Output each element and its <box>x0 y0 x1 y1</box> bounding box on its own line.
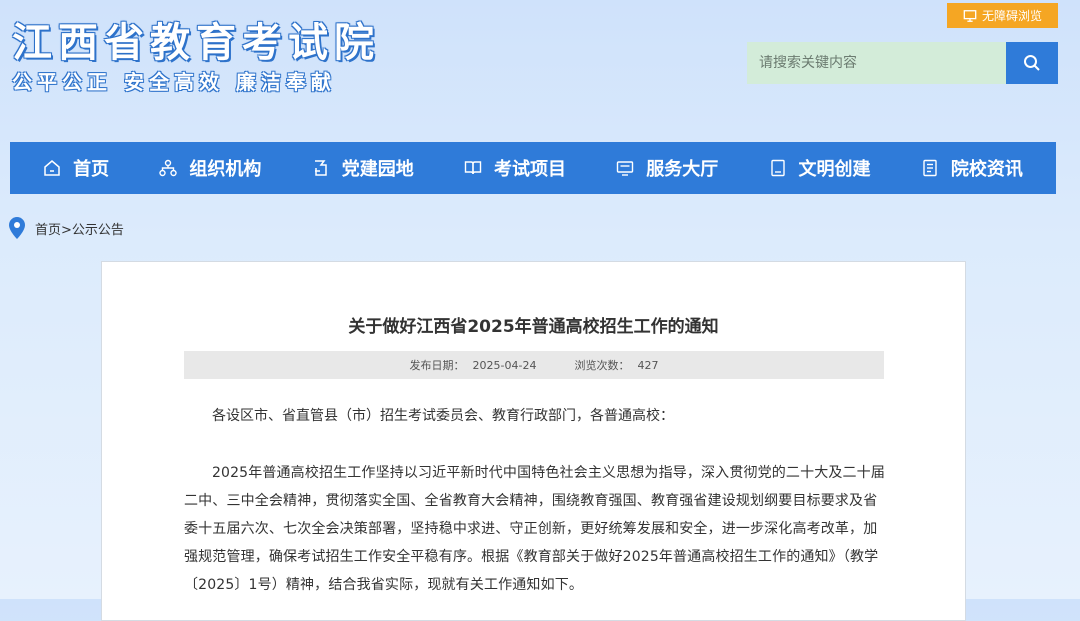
search-button[interactable] <box>1006 42 1058 84</box>
breadcrumb-home-link[interactable]: 首页 <box>35 223 61 238</box>
home-icon <box>44 160 60 176</box>
site-slogan: 公平公正 安全高效 廉洁奉献 <box>12 70 336 94</box>
nav-label: 服务大厅 <box>646 159 719 180</box>
breadcrumb-separator: > <box>61 222 72 238</box>
nav-label: 文明创建 <box>798 159 871 180</box>
nav-label: 党建园地 <box>341 159 414 180</box>
nav-item-service-hall[interactable]: 服务大厅 <box>616 155 718 181</box>
publish-date-label: 发布日期： <box>409 359 465 372</box>
main-nav: 首页 组织机构 党建园地 考试项目 服务大厅 文明创建 院校资讯 <box>10 142 1056 194</box>
site-title: 江西省教育考试院 <box>12 20 380 66</box>
nav-label: 首页 <box>73 159 110 180</box>
article-panel: 关于做好江西省2025年普通高校招生工作的通知 发布日期： 2025-04-24 … <box>101 261 966 621</box>
news-icon <box>923 159 937 177</box>
monitor-icon <box>963 9 977 22</box>
nav-item-party-building[interactable]: 党建园地 <box>312 155 414 181</box>
party-building-icon <box>314 160 327 176</box>
article-paragraph: 2025年普通高校招生工作坚持以习近平新时代中国特色社会主义思想为指导，深入贯彻… <box>184 465 885 593</box>
service-hall-icon <box>617 161 634 176</box>
article-paragraph: 各设区市、省直管县（市）招生考试委员会、教育行政部门，各普通高校： <box>212 408 674 424</box>
nav-label: 考试项目 <box>493 159 566 180</box>
publish-date-value: 2025-04-24 <box>472 359 537 372</box>
search-input[interactable] <box>747 42 1006 84</box>
article-meta: 发布日期： 2025-04-24 浏览次数： 427 <box>184 351 884 379</box>
accessibility-label: 无障碍浏览 <box>981 9 1042 23</box>
org-chart-icon <box>159 159 178 177</box>
nav-item-civilization[interactable]: 文明创建 <box>769 155 871 181</box>
location-pin-icon <box>9 217 25 239</box>
accessibility-button[interactable]: 无障碍浏览 <box>947 3 1058 28</box>
view-count: 浏览次数： 427 <box>574 357 658 373</box>
nav-item-school-news[interactable]: 院校资讯 <box>921 155 1023 181</box>
breadcrumb-current[interactable]: 公示公告 <box>72 223 124 238</box>
nav-item-organization[interactable]: 组织机构 <box>159 155 261 181</box>
view-count-value: 427 <box>637 359 659 372</box>
article-title: 关于做好江西省2025年普通高校招生工作的通知 <box>348 317 719 337</box>
view-count-label: 浏览次数： <box>574 359 630 372</box>
nav-label: 组织机构 <box>189 159 262 180</box>
breadcrumb: 首页>公示公告 <box>9 217 124 239</box>
notebook-icon <box>770 159 785 177</box>
nav-label: 院校资讯 <box>950 159 1023 180</box>
search-box <box>747 42 1058 84</box>
book-icon <box>464 161 482 175</box>
nav-item-home[interactable]: 首页 <box>43 155 109 181</box>
search-icon <box>1024 55 1040 71</box>
publish-date: 发布日期： 2025-04-24 <box>410 357 537 373</box>
nav-item-exams[interactable]: 考试项目 <box>464 155 566 181</box>
